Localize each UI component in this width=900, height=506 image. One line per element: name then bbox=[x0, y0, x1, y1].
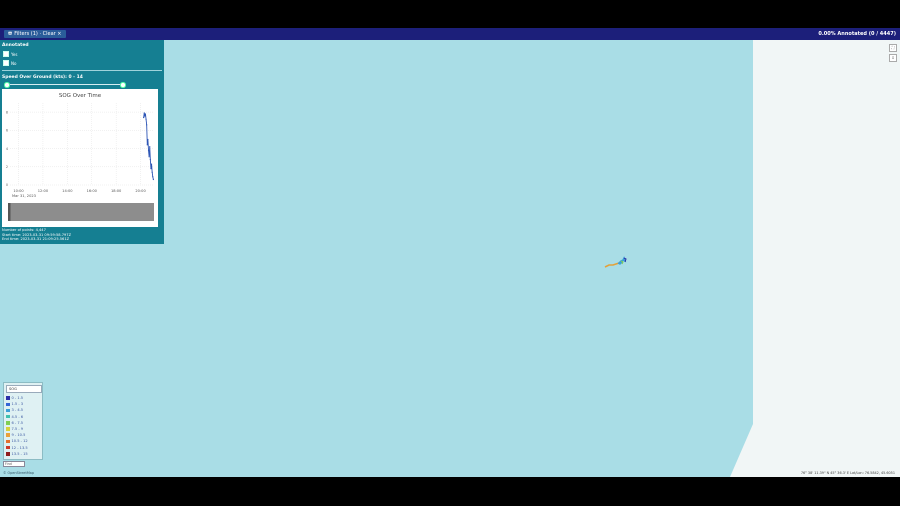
map-attribution[interactable]: © OpenStreetMap bbox=[3, 471, 34, 475]
x-tick-label: 10:00 bbox=[13, 189, 24, 193]
chart-point bbox=[149, 146, 151, 148]
top-bar: ⛃ Filters (1) · Clear × 0.00% Annotated … bbox=[0, 28, 900, 40]
chart-point bbox=[152, 176, 154, 178]
chart-point bbox=[143, 112, 145, 114]
legend-label: 0 - 1.5 bbox=[11, 396, 24, 401]
y-tick-label: 4 bbox=[6, 147, 8, 151]
chart-date-label: Mar 31, 2023 bbox=[12, 194, 36, 198]
legend-swatch bbox=[6, 439, 10, 444]
track-stats: Number of points: 4,447 Start time: 2023… bbox=[2, 228, 71, 242]
legend-label: 6 - 7.5 bbox=[11, 420, 24, 425]
chart-point bbox=[150, 168, 152, 170]
coastline-land bbox=[730, 40, 900, 477]
legend-label: 4.5 - 6 bbox=[11, 414, 24, 419]
legend-label: 3 - 4.5 bbox=[11, 408, 24, 413]
vessel-track[interactable] bbox=[600, 254, 632, 270]
chart-point bbox=[152, 178, 154, 181]
x-tick-label: 18:00 bbox=[111, 189, 122, 193]
chart-point bbox=[147, 138, 149, 141]
x-tick-label: 16:00 bbox=[87, 189, 98, 193]
annotated-no-label: No bbox=[11, 60, 17, 66]
cursor-coordinates: 76° 38' 11.39" N 45° 36.3' E Lat/Lon: 76… bbox=[800, 471, 895, 475]
panel-divider bbox=[2, 70, 162, 71]
search-input[interactable]: Find bbox=[3, 461, 25, 467]
fullscreen-icon: ⛶ bbox=[891, 45, 895, 50]
legend-swatch bbox=[6, 396, 10, 400]
y-tick-label: 0 bbox=[6, 183, 8, 187]
legend-swatch bbox=[6, 433, 10, 437]
chart-point bbox=[147, 149, 150, 151]
sog-legend: SOG 0 - 1.5 1.5 - 33 - 4.5 4.5 - 66 - 7.5 7… bbox=[3, 382, 43, 460]
legend-swatch bbox=[6, 421, 10, 425]
legend-label: 10.5 - 12 bbox=[11, 439, 28, 444]
legend-swatch bbox=[6, 408, 10, 413]
x-tick-label: 12:00 bbox=[38, 189, 49, 193]
chart-point bbox=[145, 118, 147, 120]
download-button[interactable]: ⇩ bbox=[889, 54, 897, 62]
chart-point bbox=[144, 115, 146, 117]
legend-swatch bbox=[6, 445, 10, 450]
stat-end-time: End time: 2023-03-31 21:09:25.561Z bbox=[2, 237, 70, 242]
chart-range-navigator[interactable] bbox=[8, 203, 154, 221]
track-segment-orange bbox=[604, 262, 620, 268]
chart-grid bbox=[10, 103, 154, 186]
slider-handle-max[interactable] bbox=[120, 82, 126, 88]
sog-filter-title: Speed Over Ground (kts): 0 - 14 bbox=[2, 74, 83, 80]
legend-label: 13.5 - 15 bbox=[11, 451, 28, 456]
annotated-status: 0.00% Annotated (0 / 4447) bbox=[818, 31, 896, 37]
filter-icon: ⛃ bbox=[8, 31, 13, 37]
x-tick-label: 14:00 bbox=[62, 189, 73, 193]
chart-title: SOG Over Time bbox=[59, 93, 102, 99]
legend-swatch bbox=[6, 452, 10, 456]
chart-point bbox=[148, 156, 150, 158]
legend-swatch bbox=[6, 402, 10, 407]
slider-handle-min[interactable] bbox=[4, 82, 10, 88]
navigator-handle-left[interactable] bbox=[8, 203, 11, 221]
chart-point bbox=[146, 124, 148, 126]
chart-point bbox=[144, 113, 147, 115]
sog-chart-svg: SOG Over Time 0 2 4 6 8 10:00 12:00 14:00 16:00… bbox=[6, 93, 154, 221]
search-placeholder: Find bbox=[5, 462, 12, 466]
legend-items: 0 - 1.5 1.5 - 33 - 4.5 4.5 - 66 - 7.5 7.5 -… bbox=[6, 395, 40, 457]
legend-selector[interactable]: SOG bbox=[6, 385, 42, 393]
y-tick-label: 6 bbox=[6, 129, 8, 133]
chart-x-ticks: 10:00 12:00 14:00 16:00 18:00 20:00 bbox=[13, 189, 146, 193]
legend-label: 7.5 - 9 bbox=[11, 427, 24, 432]
download-icon: ⇩ bbox=[891, 55, 895, 60]
legend-item: 13.5 - 15 bbox=[6, 451, 40, 457]
annotated-title: Annotated bbox=[2, 43, 29, 48]
chart-point bbox=[146, 144, 148, 146]
legend-title: SOG bbox=[9, 387, 17, 391]
legend-label: 1.5 - 3 bbox=[11, 402, 24, 407]
chart-point bbox=[150, 163, 153, 165]
fullscreen-button[interactable]: ⛶ bbox=[889, 44, 897, 52]
chart-point bbox=[151, 171, 153, 173]
legend-label: 12 - 13.5 bbox=[11, 445, 28, 450]
annotated-yes-label: Yes bbox=[11, 51, 18, 57]
chart-point bbox=[149, 158, 151, 161]
sog-range-slider[interactable] bbox=[4, 82, 126, 88]
filter-panel: Annotated Yes No Speed Over Ground (kts)… bbox=[0, 40, 164, 244]
slider-track bbox=[6, 84, 122, 85]
annotated-no-checkbox[interactable] bbox=[3, 60, 9, 66]
chart-y-ticks: 0 2 4 6 8 bbox=[6, 110, 8, 187]
chart-series-line bbox=[143, 112, 154, 180]
legend-swatch bbox=[6, 414, 10, 419]
annotated-yes-checkbox[interactable] bbox=[3, 51, 9, 57]
y-tick-label: 2 bbox=[6, 165, 8, 169]
filters-label: Filters (1) · Clear × bbox=[14, 31, 62, 37]
x-tick-label: 20:00 bbox=[135, 189, 146, 193]
legend-label: 9 - 10.5 bbox=[11, 433, 26, 438]
annotated-no-option[interactable]: No bbox=[3, 60, 162, 66]
chart-point bbox=[143, 116, 145, 119]
filters-button[interactable]: ⛃ Filters (1) · Clear × bbox=[4, 30, 66, 38]
sog-chart: SOG Over Time 0 2 4 6 8 10:00 12:00 14:00 16:00… bbox=[2, 89, 158, 227]
annotated-yes-option[interactable]: Yes bbox=[3, 51, 162, 57]
legend-swatch bbox=[6, 427, 10, 431]
y-tick-label: 8 bbox=[6, 110, 8, 114]
